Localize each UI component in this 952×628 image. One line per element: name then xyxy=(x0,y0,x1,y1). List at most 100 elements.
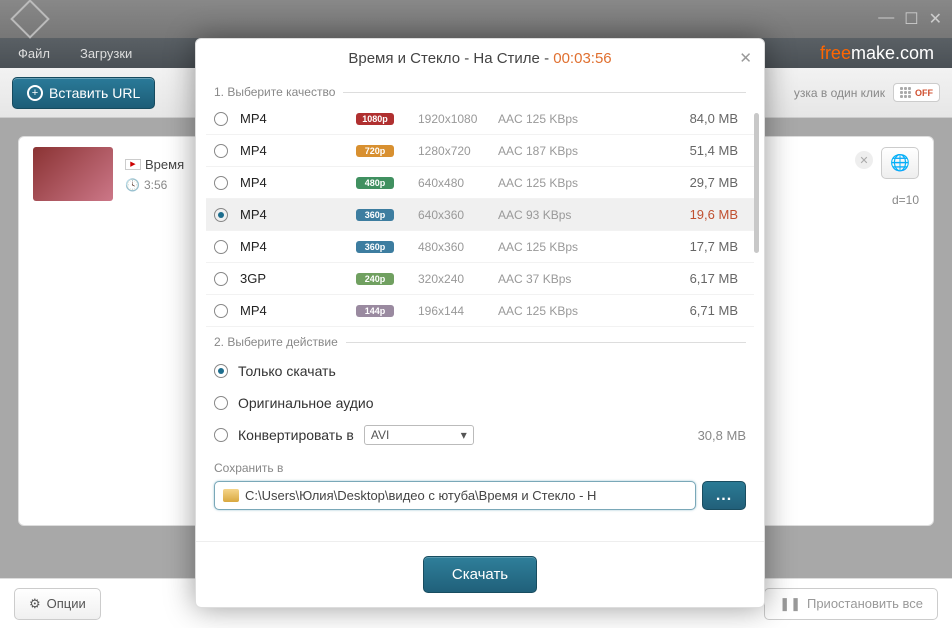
format-label: 3GP xyxy=(240,271,320,286)
resolution-label: 640x480 xyxy=(418,176,498,190)
open-browser-button[interactable]: 🌐 xyxy=(881,147,919,179)
pause-all-label: Приостановить все xyxy=(807,596,923,611)
main-window: — ☐ ✕ Файл Загрузки freemake.com + Встав… xyxy=(0,0,952,628)
modal-title: Время и Стекло - На Стиле - 00:03:56 ✕ xyxy=(196,39,764,79)
youtube-icon: ▶ xyxy=(125,159,141,170)
audio-label: AAC 125 KBps xyxy=(498,240,608,254)
radio-icon[interactable] xyxy=(214,208,228,222)
action-download-only[interactable]: Только скачать xyxy=(214,355,746,387)
resolution-badge: 240p xyxy=(356,273,394,285)
resolution-label: 1920x1080 xyxy=(418,112,498,126)
options-button[interactable]: ⚙ Опции xyxy=(14,588,101,620)
resolution-badge: 360p xyxy=(356,241,394,253)
audio-label: AAC 125 KBps xyxy=(498,112,608,126)
resolution-label: 320x240 xyxy=(418,272,498,286)
radio-icon[interactable] xyxy=(214,112,228,126)
pause-icon: ❚❚ xyxy=(779,596,801,612)
title-time: 00:03:56 xyxy=(553,50,611,67)
estimated-size: 30,8 MB xyxy=(698,428,746,443)
download-button[interactable]: Скачать xyxy=(423,556,537,593)
radio-icon[interactable] xyxy=(214,272,228,286)
radio-icon[interactable] xyxy=(214,176,228,190)
paste-url-label: Вставить URL xyxy=(49,85,140,101)
format-label: MP4 xyxy=(240,303,320,318)
resolution-label: 196x144 xyxy=(418,304,498,318)
section-action-label: 2. Выберите действие xyxy=(196,329,764,351)
size-label: 51,4 MB xyxy=(608,143,746,158)
brand-label: freemake.com xyxy=(820,43,934,64)
size-label: 6,71 MB xyxy=(608,303,746,318)
gear-icon: ⚙ xyxy=(29,596,41,612)
action-convert[interactable]: Конвертировать в AVI ▾ 30,8 MB xyxy=(214,419,746,451)
options-label: Опции xyxy=(47,596,86,611)
modal-close-icon[interactable]: ✕ xyxy=(739,49,752,67)
resolution-label: 1280x720 xyxy=(418,144,498,158)
folder-icon xyxy=(223,489,239,502)
resolution-badge: 144p xyxy=(356,305,394,317)
app-logo-icon xyxy=(10,0,50,39)
one-click-toggle[interactable]: узка в один клик OFF xyxy=(794,83,940,102)
quality-row[interactable]: MP4 144p 196x144AAC 125 KBps6,71 MB xyxy=(206,295,754,327)
size-label: 6,17 MB xyxy=(608,271,746,286)
chevron-down-icon: ▾ xyxy=(461,428,467,442)
video-duration: 3:56 xyxy=(144,178,167,192)
close-icon[interactable]: ✕ xyxy=(929,9,942,29)
size-label: 19,6 MB xyxy=(608,207,746,222)
minimize-icon[interactable]: — xyxy=(878,9,894,29)
quality-row[interactable]: MP4720p1280x720AAC 187 KBps51,4 MB xyxy=(206,135,754,167)
download-modal: Время и Стекло - На Стиле - 00:03:56 ✕ 1… xyxy=(195,38,765,608)
size-label: 84,0 MB xyxy=(608,111,746,126)
titlebar: — ☐ ✕ xyxy=(0,0,952,38)
resolution-badge: 480p xyxy=(356,177,394,189)
one-click-label: узка в один клик xyxy=(794,86,885,100)
radio-icon[interactable] xyxy=(214,304,228,318)
resolution-badge: 1080p xyxy=(356,113,394,125)
menu-downloads[interactable]: Загрузки xyxy=(80,46,132,61)
menu-file[interactable]: Файл xyxy=(18,46,50,61)
browse-button[interactable]: ... xyxy=(702,481,746,510)
audio-label: AAC 125 KBps xyxy=(498,176,608,190)
video-thumbnail xyxy=(33,147,113,201)
radio-icon[interactable] xyxy=(214,144,228,158)
clock-icon: 🕓 xyxy=(125,178,140,192)
save-section: Сохранить в C:\Users\Юлия\Desktop\видео … xyxy=(196,455,764,520)
video-title: Время xyxy=(145,157,184,172)
audio-label: AAC 93 KBps xyxy=(498,208,608,222)
scrollbar-thumb[interactable] xyxy=(754,113,759,253)
audio-label: AAC 187 KBps xyxy=(498,144,608,158)
save-in-label: Сохранить в xyxy=(214,461,746,475)
quality-row[interactable]: MP4360p480x360AAC 125 KBps17,7 MB xyxy=(206,231,754,263)
radio-icon[interactable] xyxy=(214,240,228,254)
video-meta: ▶ Время 🕓 3:56 xyxy=(125,157,184,192)
resolution-label: 480x360 xyxy=(418,240,498,254)
quality-row[interactable]: MP4 480p 640x480AAC 125 KBps29,7 MB xyxy=(206,167,754,199)
action-label: Конвертировать в xyxy=(238,427,354,443)
radio-icon[interactable] xyxy=(214,396,228,410)
remove-item-icon[interactable]: ✕ xyxy=(855,151,873,169)
quality-row[interactable]: MP4360p640x360AAC 93 KBps19,6 MB xyxy=(206,199,754,231)
format-label: MP4 xyxy=(240,175,320,190)
convert-format-select[interactable]: AVI ▾ xyxy=(364,425,474,445)
maximize-icon[interactable]: ☐ xyxy=(904,9,918,29)
radio-icon[interactable] xyxy=(214,364,228,378)
modal-footer: Скачать xyxy=(196,541,764,607)
scrollbar[interactable] xyxy=(754,109,762,321)
quality-row[interactable]: 3GP 240p 320x240AAC 37 KBps6,17 MB xyxy=(206,263,754,295)
radio-icon[interactable] xyxy=(214,428,228,442)
action-original-audio[interactable]: Оригинальное аудио xyxy=(214,387,746,419)
save-path-input[interactable]: C:\Users\Юлия\Desktop\видео с ютуба\Врем… xyxy=(214,481,696,510)
size-label: 29,7 MB xyxy=(608,175,746,190)
audio-label: AAC 125 KBps xyxy=(498,304,608,318)
pause-all-button[interactable]: ❚❚ Приостановить все xyxy=(764,588,938,620)
format-label: MP4 xyxy=(240,207,320,222)
action-label: Только скачать xyxy=(238,363,336,379)
quality-row[interactable]: MP41080p1920x1080AAC 125 KBps84,0 MB xyxy=(206,103,754,135)
action-label: Оригинальное аудио xyxy=(238,395,374,411)
grid-icon xyxy=(900,87,911,98)
paste-url-button[interactable]: + Вставить URL xyxy=(12,77,155,109)
audio-label: AAC 37 KBps xyxy=(498,272,608,286)
size-label: 17,7 MB xyxy=(608,239,746,254)
format-label: MP4 xyxy=(240,143,320,158)
toggle-box: OFF xyxy=(893,83,940,102)
quality-list: MP41080p1920x1080AAC 125 KBps84,0 MBMP47… xyxy=(196,101,764,329)
